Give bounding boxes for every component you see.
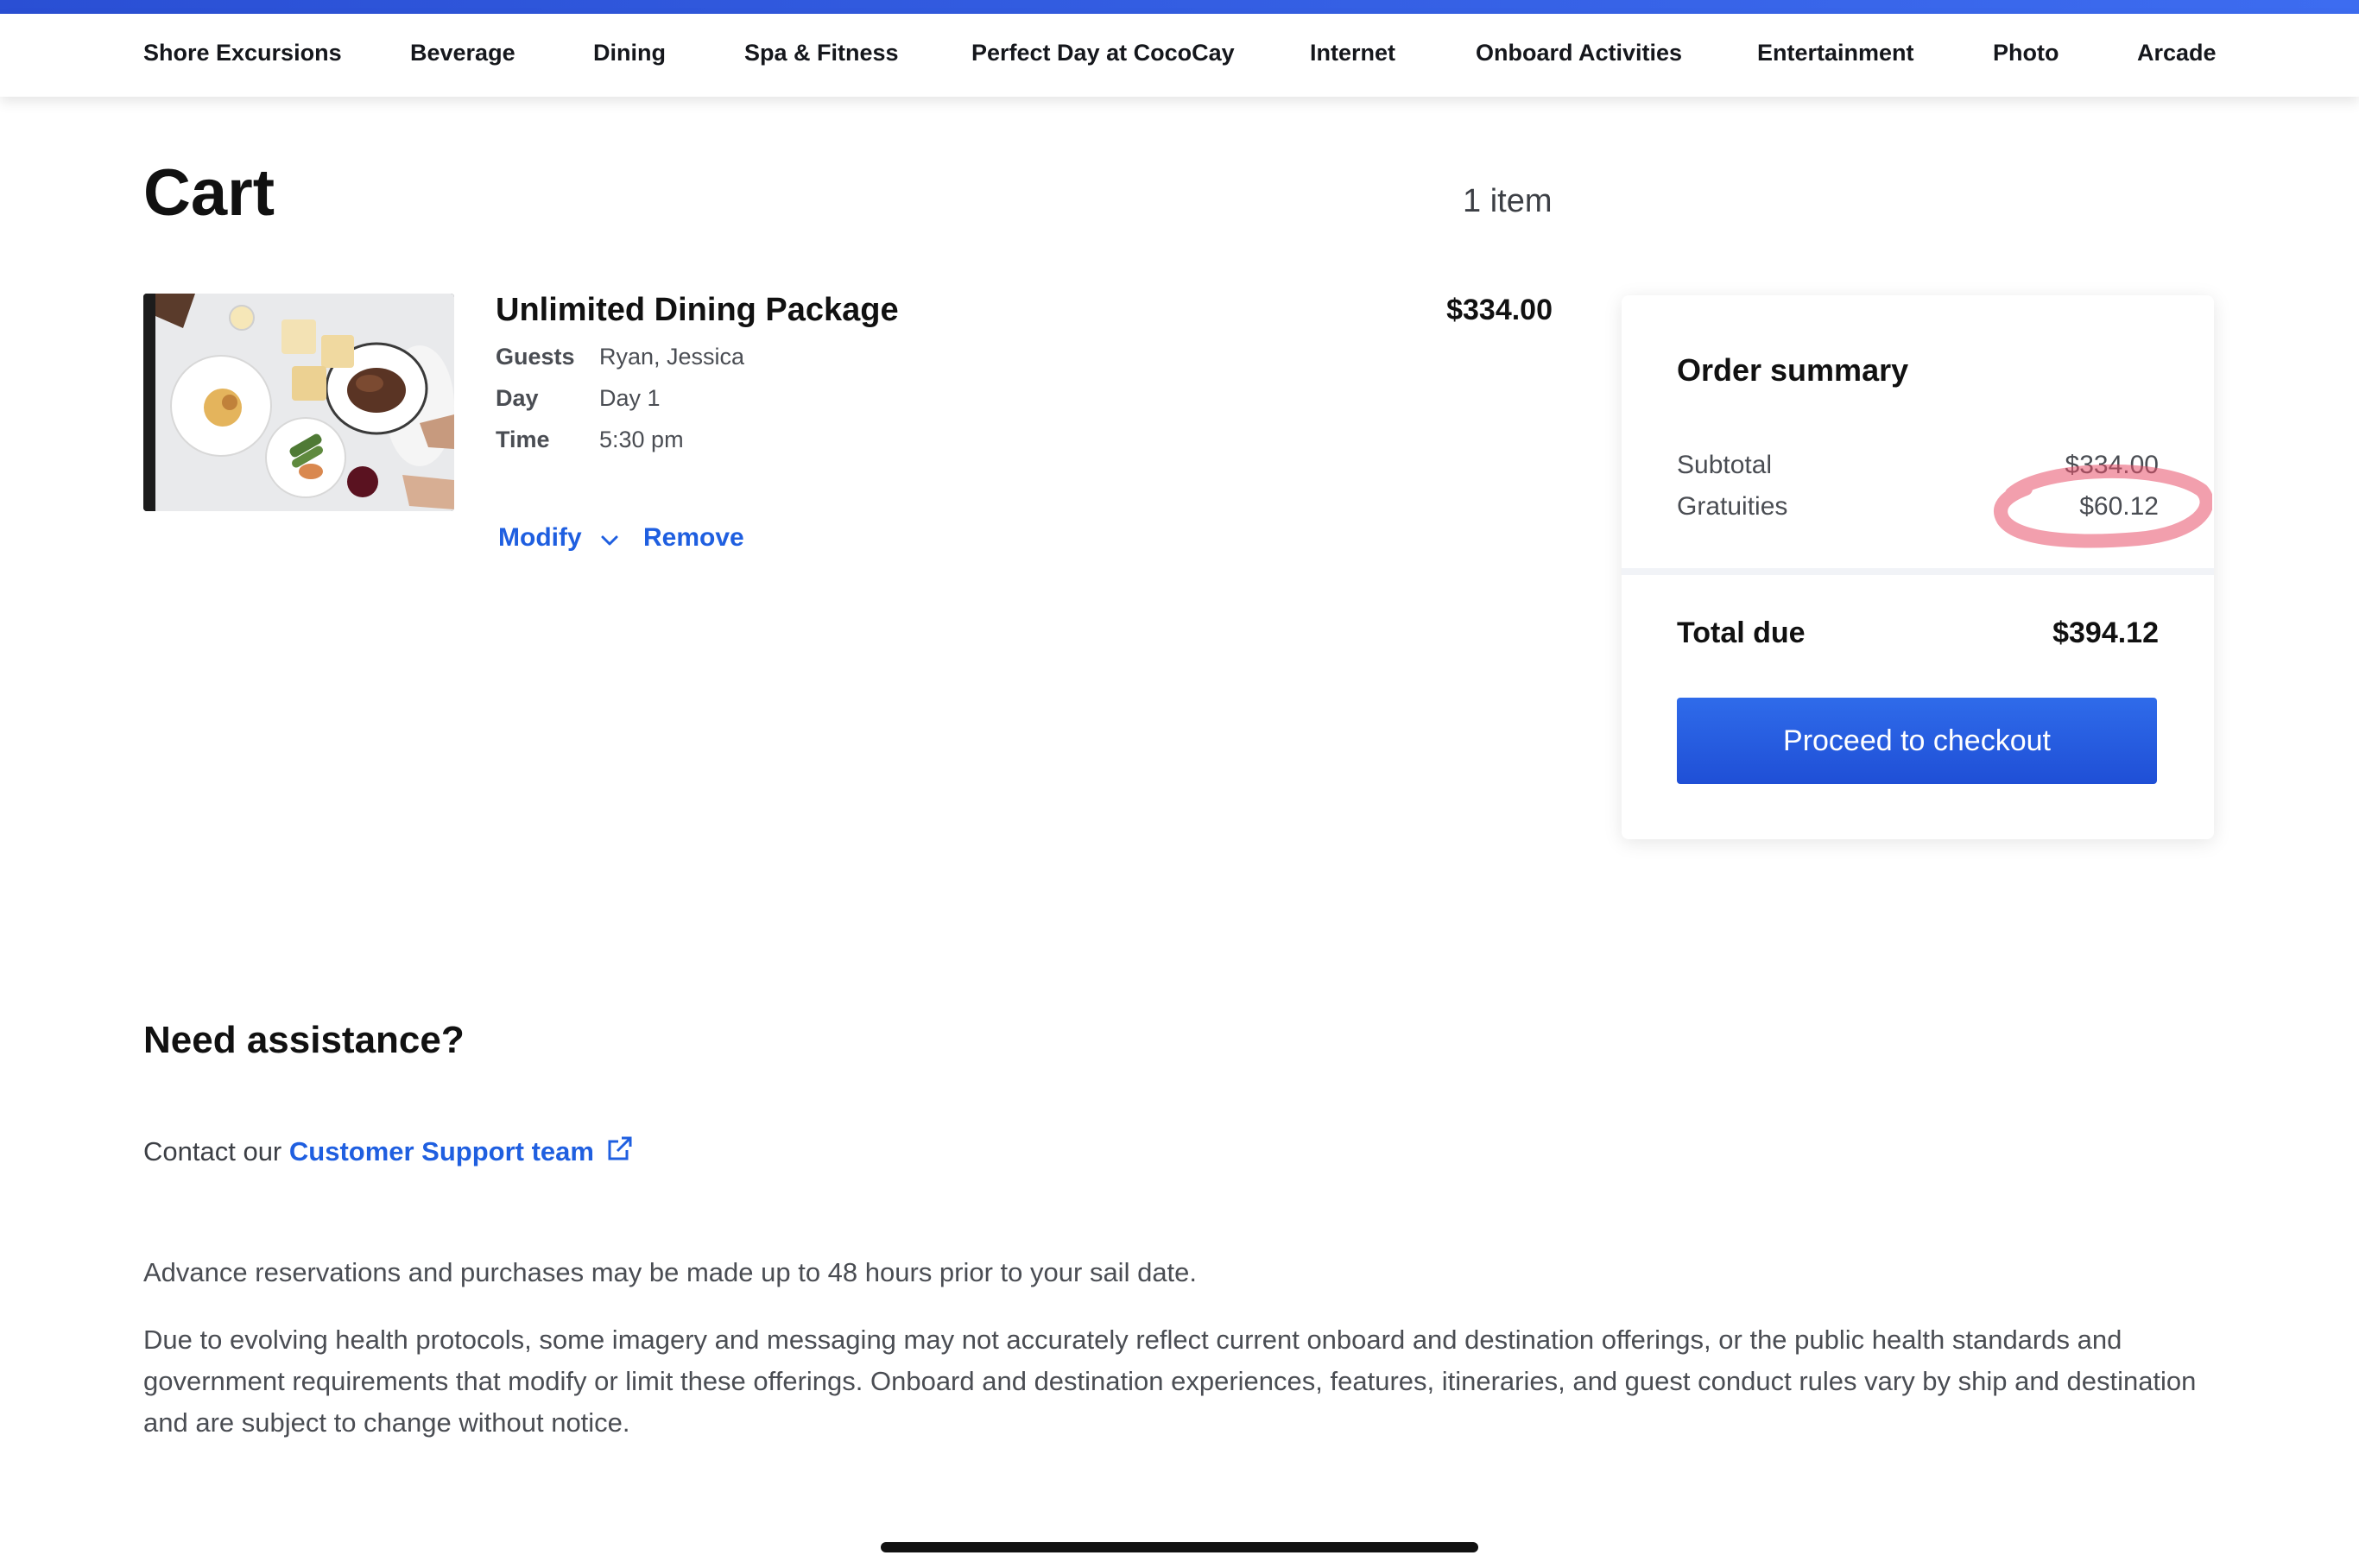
- time-label: Time: [496, 427, 550, 452]
- nav-photo[interactable]: Photo: [1993, 40, 2059, 66]
- modify-button[interactable]: Modify: [498, 523, 582, 553]
- home-indicator: [881, 1542, 1478, 1552]
- contact-prefix: Contact our: [143, 1136, 289, 1167]
- gratuities-label: Gratuities: [1677, 492, 1788, 521]
- top-accent-bar: [0, 0, 2359, 14]
- product-thumbnail: [143, 294, 454, 511]
- nav-dining[interactable]: Dining: [593, 40, 666, 66]
- total-due-value: $394.12: [2052, 616, 2159, 649]
- need-assistance-title: Need assistance?: [143, 1019, 465, 1061]
- health-disclaimer: Due to evolving health protocols, some i…: [143, 1325, 2197, 1438]
- external-link-icon[interactable]: [604, 1135, 634, 1164]
- guests-label: Guests: [496, 344, 575, 370]
- nav-internet[interactable]: Internet: [1310, 40, 1395, 66]
- nav-onboard-activities[interactable]: Onboard Activities: [1476, 40, 1682, 66]
- nav-arcade[interactable]: Arcade: [2137, 40, 2217, 66]
- gratuities-value: $60.12: [2079, 492, 2159, 521]
- day-label: Day: [496, 385, 539, 411]
- nav-entertainment[interactable]: Entertainment: [1757, 40, 1914, 66]
- subtotal-label: Subtotal: [1677, 451, 1773, 479]
- top-navigation: Shore Excursions Beverage Dining Spa & F…: [0, 14, 2359, 97]
- chevron-down-icon[interactable]: [598, 528, 622, 553]
- day-value: Day 1: [599, 385, 661, 411]
- subtotal-value: $334.00: [2065, 451, 2159, 479]
- nav-perfect-day-cococay[interactable]: Perfect Day at CocoCay: [971, 40, 1235, 66]
- contact-line: Contact our Customer Support team: [143, 1135, 634, 1167]
- nav-shore-excursions[interactable]: Shore Excursions: [143, 40, 342, 66]
- page-title: Cart: [143, 156, 275, 230]
- summary-divider: [1622, 568, 2214, 575]
- nav-beverage[interactable]: Beverage: [410, 40, 515, 66]
- proceed-to-checkout-button[interactable]: Proceed to checkout: [1677, 698, 2157, 784]
- reservation-note: Advance reservations and purchases may b…: [143, 1257, 1198, 1287]
- total-due-label: Total due: [1677, 616, 1806, 649]
- order-summary-title: Order summary: [1677, 352, 1909, 388]
- remove-button[interactable]: Remove: [643, 523, 744, 553]
- guests-value: Ryan, Jessica: [599, 344, 745, 370]
- time-value: 5:30 pm: [599, 427, 684, 452]
- customer-support-link[interactable]: Customer Support team: [289, 1136, 594, 1167]
- product-price: $334.00: [1446, 294, 1553, 326]
- order-summary-card: Order summary Subtotal $334.00 Gratuitie…: [1622, 295, 2214, 839]
- nav-spa-fitness[interactable]: Spa & Fitness: [744, 40, 899, 66]
- product-name: Unlimited Dining Package: [496, 292, 899, 328]
- cart-item-count: 1 item: [1463, 183, 1553, 219]
